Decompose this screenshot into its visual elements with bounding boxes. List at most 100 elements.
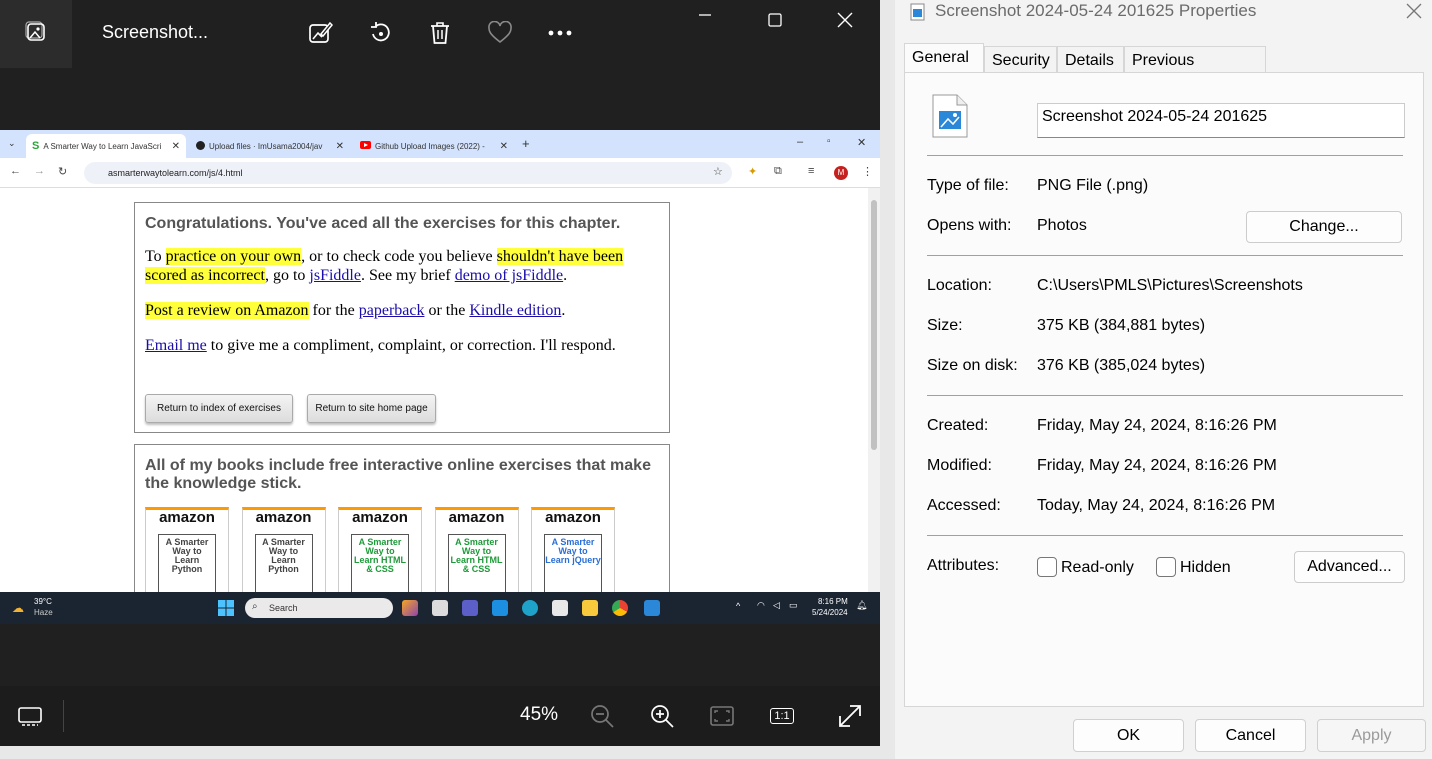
tab-details[interactable]: Details [1057,46,1124,72]
fullscreen-button[interactable] [836,702,864,730]
books-box: All of my books include free interactive… [134,444,670,604]
amazon-logo: amazon [352,509,408,526]
more-options-button[interactable] [545,18,575,48]
delete-button[interactable] [425,18,455,48]
close-button[interactable] [825,6,865,34]
fit-to-window-button[interactable] [708,702,736,730]
paperback-link: paperback [358,302,425,319]
search-icon: ⌕ [252,601,258,612]
change-button[interactable]: Change... [1246,211,1402,243]
accessed-label: Accessed: [927,497,1001,514]
browser-close-icon: ✕ [857,137,867,149]
book-thumbnail: amazon A Smarter Way to Learn jQuery [531,507,615,599]
close-icon [837,12,853,28]
notification-bell-icon: 🔔︎ [856,600,868,610]
tray-chevron-icon: ^ [736,601,741,611]
filmstrip-icon [18,707,42,726]
created-value: Friday, May 24, 2024, 8:16:26 PM [1037,417,1277,434]
book-cover: A Smarter Way to Learn HTML & CSS [447,534,506,598]
dialog-close-button[interactable] [1399,0,1429,22]
minimize-button[interactable] [685,6,725,34]
favorite-icon [488,21,512,44]
taskbar-time: 8:16 PM [818,597,848,606]
browser-tab: Github Upload Images (2022) - ✕ [354,134,514,158]
zoom-in-button[interactable] [648,702,676,730]
book-cover: A Smarter Way to Learn Python [158,534,216,598]
back-icon: ← [10,165,21,177]
separator [927,395,1403,396]
chrome-icon [612,600,628,616]
volume-icon: ◁ [773,600,780,610]
hidden-checkbox[interactable] [1156,557,1176,577]
book-cover: A Smarter Way to Learn HTML & CSS [351,534,409,598]
rotate-button[interactable] [365,18,395,48]
separator [927,255,1403,256]
tab-security[interactable]: Security [984,46,1057,72]
properties-dialog: Screenshot 2024-05-24 201625 Properties … [895,0,1432,759]
browser-tab: S A Smarter Way to Learn JavaScri ✕ [26,134,186,158]
media-icon: ≡ [808,165,815,177]
bookmark-star-icon: ☆ [713,166,723,178]
read-only-checkbox[interactable] [1037,557,1057,577]
modified-label: Modified: [927,457,992,474]
location-label: Location: [927,277,992,294]
file-explorer-icon [582,600,598,616]
created-label: Created: [927,417,989,434]
read-only-label: Read-only [1061,559,1134,576]
favorite-button[interactable] [485,18,515,48]
attributes-label: Attributes: [927,557,1000,574]
file-name-input[interactable]: Screenshot 2024-05-24 201625 [1037,103,1405,138]
email-paragraph: Email me to give me a compliment, compla… [145,337,616,354]
location-value: C:\Users\PMLS\Pictures\Screenshots [1037,277,1303,294]
tab-previous-versions[interactable]: Previous Versions [1124,46,1266,96]
tab-search-icon: ⌄ [8,138,16,148]
amazon-logo: amazon [255,509,312,526]
gallery-button[interactable] [0,0,72,68]
size-on-disk-value: 376 KB (385,024 bytes) [1037,357,1206,374]
ok-button[interactable]: OK [1073,719,1184,752]
modified-value: Friday, May 24, 2024, 8:16:26 PM [1037,457,1277,474]
new-tab-icon: + [522,136,530,151]
type-value: PNG File (.png) [1037,177,1149,194]
amazon-logo: amazon [448,509,505,526]
photos-app-icon [644,600,660,616]
photos-toolbar: Screenshot... [0,0,880,68]
congrats-box: Congratulations. You've aced all the exe… [134,202,670,433]
image-stage[interactable]: ⌄ S A Smarter Way to Learn JavaScri ✕ Up… [0,130,880,624]
tab-close-icon: ✕ [171,140,180,152]
weather-icon: ☁ [12,601,24,615]
demo-link: demo of jsFiddle [454,267,564,284]
teams-icon [462,600,478,616]
fit-icon [710,706,734,726]
review-paragraph: Post a review on Amazon for the paperbac… [145,302,566,319]
book-thumbnail: amazon A Smarter Way to Learn Python [241,507,326,599]
photos-window: Screenshot... ⌄ S A Smarter Way to Learn… [0,0,880,746]
browser-minimize-icon: – [797,136,804,148]
apply-button[interactable]: Apply [1317,719,1426,752]
delete-icon [431,22,449,44]
edit-image-button[interactable] [305,18,335,48]
weather-desc: Haze [34,608,53,617]
forward-icon: → [34,165,45,177]
actual-size-icon: 1:1 [770,708,794,724]
actual-size-button[interactable]: 1:1 [768,702,796,730]
cancel-button[interactable]: Cancel [1195,719,1306,752]
advanced-button[interactable]: Advanced... [1294,551,1405,583]
more-icon [548,30,572,36]
github-icon [196,140,205,152]
browser-toolbar: ← → ↻ asmarterwaytolearn.com/js/4.html ☆… [0,158,880,188]
taskbar-date: 5/24/2024 [812,608,848,617]
return-home-button: Return to site home page [307,394,436,423]
zoom-out-button[interactable] [588,702,616,730]
separator [927,155,1403,156]
reload-icon: ↻ [58,166,68,178]
youtube-icon [360,141,371,151]
tab-general[interactable]: General [904,43,984,73]
tab-close-icon: ✕ [335,140,344,152]
browser-menu-icon: ⋮ [862,166,873,178]
tab-title: A Smarter Way to Learn JavaScri [43,141,162,151]
filmstrip-button[interactable] [16,702,44,730]
maximize-button[interactable] [755,6,795,34]
windows-start-icon [218,600,234,621]
jsfiddle-link: jsFiddle [309,267,361,284]
